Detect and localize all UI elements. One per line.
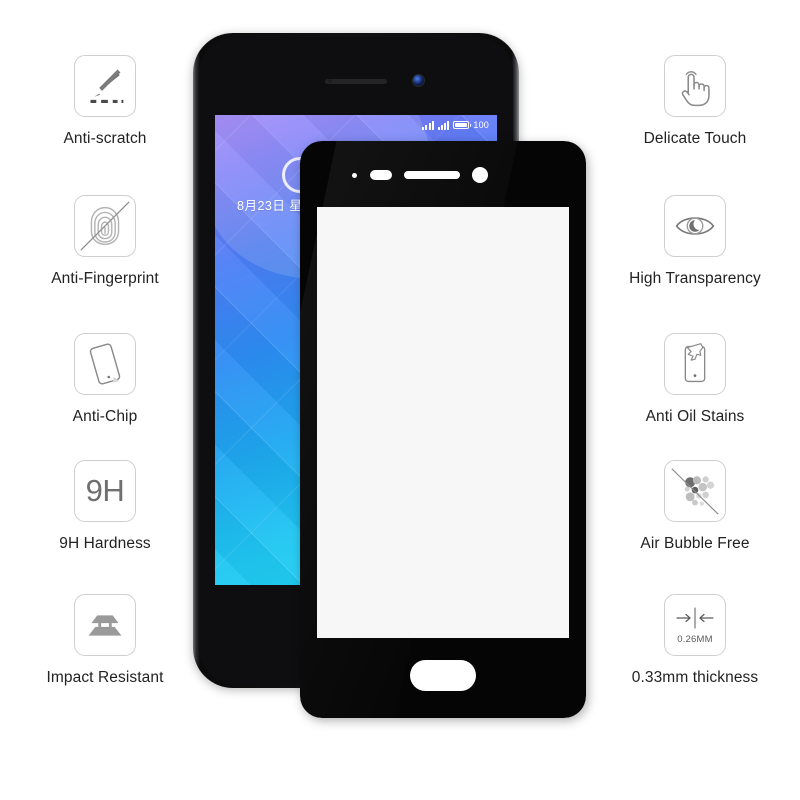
- phone-tilt-icon: [74, 333, 136, 395]
- features-column-left: Anti-scratch Anti-Fingerprint Anti-Chip …: [0, 0, 210, 800]
- touch-hand-icon: [664, 55, 726, 117]
- features-column-right: Delicate Touch High Transparency Anti Oi…: [590, 0, 800, 800]
- feature-label: 9H Hardness: [59, 535, 151, 552]
- glass-cutout-home-button: [410, 660, 476, 691]
- feature-label: Anti-Fingerprint: [51, 270, 159, 287]
- proximity-sensor-icon: [327, 79, 332, 83]
- nine-h-text: 9H: [85, 473, 125, 508]
- glass-cutout-earpiece-slot: [404, 171, 460, 179]
- feature-anti-scratch: Anti-scratch: [0, 55, 210, 148]
- signal-bars-icon: [422, 120, 434, 130]
- feature-high-transparency: High Transparency: [590, 195, 800, 288]
- feature-label: Anti-scratch: [63, 130, 147, 147]
- feature-label: 0.33mm thickness: [631, 669, 759, 686]
- feature-impact-resistant: Impact Resistant: [0, 594, 210, 687]
- feature-delicate-touch: Delicate Touch: [590, 55, 800, 148]
- fingerprint-icon: [74, 195, 136, 257]
- glass-cutout-proximity-dot: [352, 173, 357, 178]
- feature-label: High Transparency: [629, 270, 761, 287]
- feature-label: Anti Oil Stains: [645, 408, 745, 425]
- eye-icon: [664, 195, 726, 257]
- tempered-glass-screen-protector: [300, 141, 586, 718]
- thickness-icon: 0.26MM: [664, 594, 726, 656]
- feature-anti-chip: Anti-Chip: [0, 333, 210, 426]
- battery-full-icon: [453, 120, 472, 130]
- feature-thickness: 0.26MM 0.33mm thickness: [590, 594, 800, 687]
- impact-layers-icon: [74, 594, 136, 656]
- feature-anti-oil-stains: Anti Oil Stains: [590, 333, 800, 426]
- thickness-arrows-icon: [669, 606, 721, 630]
- glass-cutout-sensor-slot: [370, 170, 392, 180]
- battery-level: 100: [473, 120, 489, 130]
- thickness-value: 0.26MM: [677, 633, 713, 645]
- feature-label: Delicate Touch: [643, 130, 747, 147]
- earpiece-speaker: [325, 79, 387, 84]
- knife-scratch-icon: [74, 55, 136, 117]
- glass-cutout-camera-hole: [472, 167, 488, 183]
- feature-air-bubble-free: Air Bubble Free: [590, 460, 800, 553]
- status-bar: 100: [215, 115, 497, 135]
- front-camera-icon: [412, 75, 424, 86]
- glass-transparent-area: [317, 207, 569, 638]
- signal-bars-dual-icon: [437, 120, 450, 130]
- glass-top-cutouts: [300, 167, 586, 183]
- phone-oil-stain-icon: [664, 333, 726, 395]
- feature-label: Impact Resistant: [46, 669, 164, 686]
- feature-anti-fingerprint: Anti-Fingerprint: [0, 195, 210, 288]
- bubbles-crossed-icon: [664, 460, 726, 522]
- feature-label: Anti-Chip: [72, 408, 138, 425]
- nine-h-icon: 9H: [74, 460, 136, 522]
- feature-9h-hardness: 9H 9H Hardness: [0, 460, 210, 553]
- feature-label: Air Bubble Free: [640, 535, 750, 552]
